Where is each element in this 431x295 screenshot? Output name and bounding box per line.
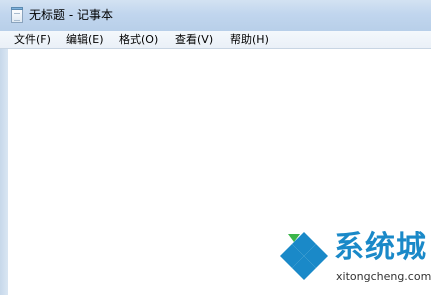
- menu-help[interactable]: 帮助(H): [230, 32, 269, 48]
- title-bar[interactable]: 无标题 - 记事本: [0, 0, 431, 31]
- menu-format[interactable]: 格式(O): [119, 32, 158, 48]
- menu-view[interactable]: 查看(V): [175, 32, 213, 48]
- window-left-border: [0, 49, 8, 295]
- menu-edit[interactable]: 编辑(E): [66, 32, 104, 48]
- notepad-icon: [11, 7, 23, 23]
- menu-bar: 文件(F) 编辑(E) 格式(O) 查看(V) 帮助(H): [0, 31, 431, 49]
- window-title: 无标题 - 记事本: [29, 8, 113, 22]
- text-editor-area[interactable]: [8, 49, 431, 295]
- notepad-window: 无标题 - 记事本 文件(F) 编辑(E) 格式(O) 查看(V) 帮助(H) …: [0, 0, 431, 295]
- menu-file[interactable]: 文件(F): [14, 32, 51, 48]
